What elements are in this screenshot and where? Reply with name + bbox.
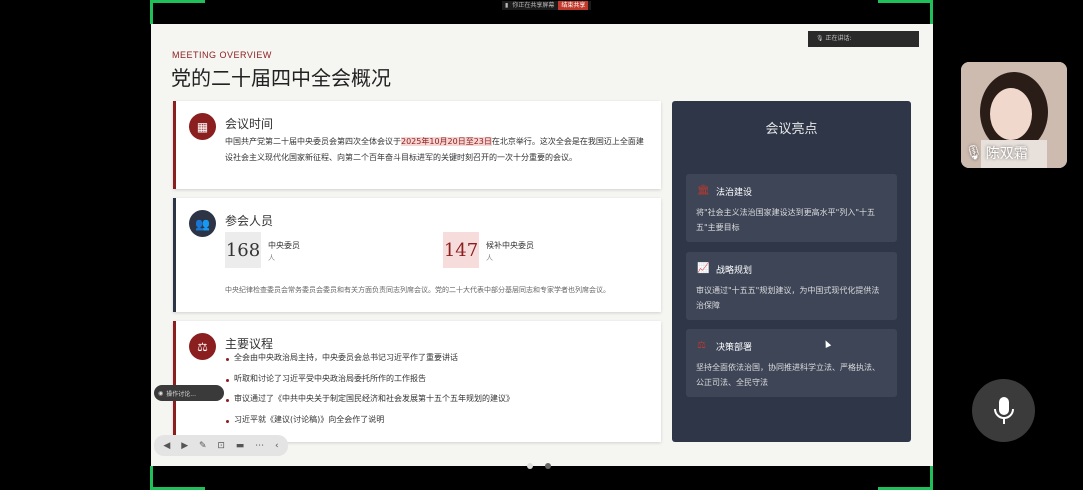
zoom-icon[interactable]: ⊡ xyxy=(217,441,225,451)
agenda-item: 听取和讨论了习近平受中央政治局委托所作的工作报告 xyxy=(226,373,514,394)
highlight-text: 审议通过"十五五"规划建议，为中国式现代化提供法治保障 xyxy=(696,286,880,310)
gavel-icon: ⚖ xyxy=(697,340,706,351)
page-dot[interactable] xyxy=(527,463,533,469)
agenda-list: 全会由中央政治局主持，中央委员会总书记习近平作了重要讲话 听取和讨论了习近平受中… xyxy=(226,352,514,435)
share-frame-corner xyxy=(150,0,153,24)
attendees-card: 👥 参会人员 168 中央委员 人 147 候补中央委员 人 中央纪律检查委员会… xyxy=(173,198,661,312)
attendee-note: 中央纪律检查委员会常务委员会委员和有关方面负责同志列席会议。党的二十大代表中部分… xyxy=(225,286,610,294)
highlight-card: 🏛 法治建设 将"社会主义法治国家建设达到更高水平"列入"十五五"主要目标 xyxy=(686,174,897,242)
speaker-indicator: 🎙 正在讲话: xyxy=(808,31,919,47)
card-title: 会议时间 xyxy=(225,117,274,131)
share-frame-corner xyxy=(930,0,933,24)
agenda-item: 全会由中央政治局主持，中央委员会总书记习近平作了重要讲话 xyxy=(226,352,514,373)
share-frame-corner xyxy=(150,466,153,490)
share-frame-corner xyxy=(878,0,933,3)
agenda-item: 习近平就《建议(讨论稿)》向全会作了说明 xyxy=(226,414,514,435)
highlight-card: ⚖ 决策部署 坚持全面依法治国，协同推进科学立法、严格执法、公正司法、全民守法 xyxy=(686,329,897,397)
alternate-member-unit: 人 xyxy=(486,254,493,262)
speaker-text: 正在讲话: xyxy=(825,35,852,42)
alternate-member-count: 147 xyxy=(443,232,479,268)
central-member-unit: 人 xyxy=(268,254,275,262)
share-frame-corner xyxy=(150,0,205,3)
pen-icon[interactable]: ✎ xyxy=(199,441,207,451)
highlight-text: 坚持全面依法治国，协同推进科学立法、严格执法、公正司法、全民守法 xyxy=(696,363,880,387)
highlights-panel: 会议亮点 🏛 法治建设 将"社会主义法治国家建设达到更高水平"列入"十五五"主要… xyxy=(672,101,911,442)
card-title: 主要议程 xyxy=(225,337,274,351)
date-highlight: 2025年10月20日至23日 xyxy=(401,137,492,146)
next-slide-icon[interactable]: ▶ xyxy=(181,441,188,451)
participant-video-tile[interactable]: 🎙 陈双霜 xyxy=(961,62,1067,168)
people-icon: 👥 xyxy=(189,210,216,237)
page-indicator xyxy=(527,463,551,469)
mic-icon: 🎙 xyxy=(965,145,983,161)
panel-title: 会议亮点 xyxy=(765,122,818,137)
highlight-card: 📈 战略规划 审议通过"十五五"规划建议，为中国式现代化提供法治保障 xyxy=(686,252,897,320)
card-text: 中国共产党第二十届中央委员会第四次全体会议于2025年10月20日至23日在北京… xyxy=(225,134,649,166)
agenda-card: ⚖ 主要议程 全会由中央政治局主持，中央委员会总书记习近平作了重要讲话 听取和讨… xyxy=(173,321,661,442)
microphone-icon xyxy=(993,396,1014,424)
stop-share-button[interactable]: 结束共享 xyxy=(558,1,589,10)
presentation-toolbar: ◀ ▶ ✎ ⊡ ▬ ⋯ ‹ xyxy=(154,435,288,456)
signal-icon: ▮ xyxy=(505,2,509,9)
agenda-item: 审议通过了《中共中央关于制定国民经济和社会发展第十五个五年规划的建议》 xyxy=(226,393,514,414)
participant-name-label: 🎙 陈双霜 xyxy=(965,143,1028,163)
mic-icon: 🎙 xyxy=(816,35,824,42)
camera-icon[interactable]: ▬ xyxy=(236,441,245,451)
meeting-time-card: ▦ 会议时间 中国共产党第二十届中央委员会第四次全体会议于2025年10月20日… xyxy=(173,101,661,189)
annotation-pill-label: 操作讨论... xyxy=(166,390,196,398)
central-member-count: 168 xyxy=(225,232,261,268)
share-status-text: 你正在共享屏幕 xyxy=(512,2,555,9)
slide-kicker: MEETING OVERVIEW xyxy=(172,50,272,60)
microphone-button[interactable] xyxy=(972,379,1035,442)
share-frame-corner xyxy=(930,466,933,490)
annotation-pill[interactable]: ◉ 操作讨论... xyxy=(154,385,224,401)
more-icon[interactable]: ⋯ xyxy=(255,441,264,451)
slide-title: 党的二十届四中全会概况 xyxy=(171,66,391,90)
landmark-icon: 🏛 xyxy=(697,185,710,196)
chart-icon: 📈 xyxy=(697,263,710,274)
collapse-icon[interactable]: ‹ xyxy=(275,441,279,451)
page-dot[interactable] xyxy=(545,463,551,469)
prev-slide-icon[interactable]: ◀ xyxy=(163,441,170,451)
participant-name: 陈双霜 xyxy=(985,146,1028,162)
screen-share-banner: ▮ 你正在共享屏幕 结束共享 xyxy=(502,1,592,10)
calendar-icon: ▦ xyxy=(189,113,216,140)
central-member-label: 中央委员 xyxy=(268,241,300,250)
alternate-member-label: 候补中央委员 xyxy=(486,241,534,250)
pointer-icon: ◉ xyxy=(158,389,164,397)
gavel-icon: ⚖ xyxy=(189,333,216,360)
highlight-title: 法治建设 xyxy=(716,188,753,198)
highlight-title: 决策部署 xyxy=(716,343,753,353)
text-part: 中国共产党第二十届中央委员会第四次全体会议于 xyxy=(225,137,401,146)
card-title: 参会人员 xyxy=(225,214,274,228)
highlight-text: 将"社会主义法治国家建设达到更高水平"列入"十五五"主要目标 xyxy=(696,208,876,232)
highlight-title: 战略规划 xyxy=(716,266,753,276)
